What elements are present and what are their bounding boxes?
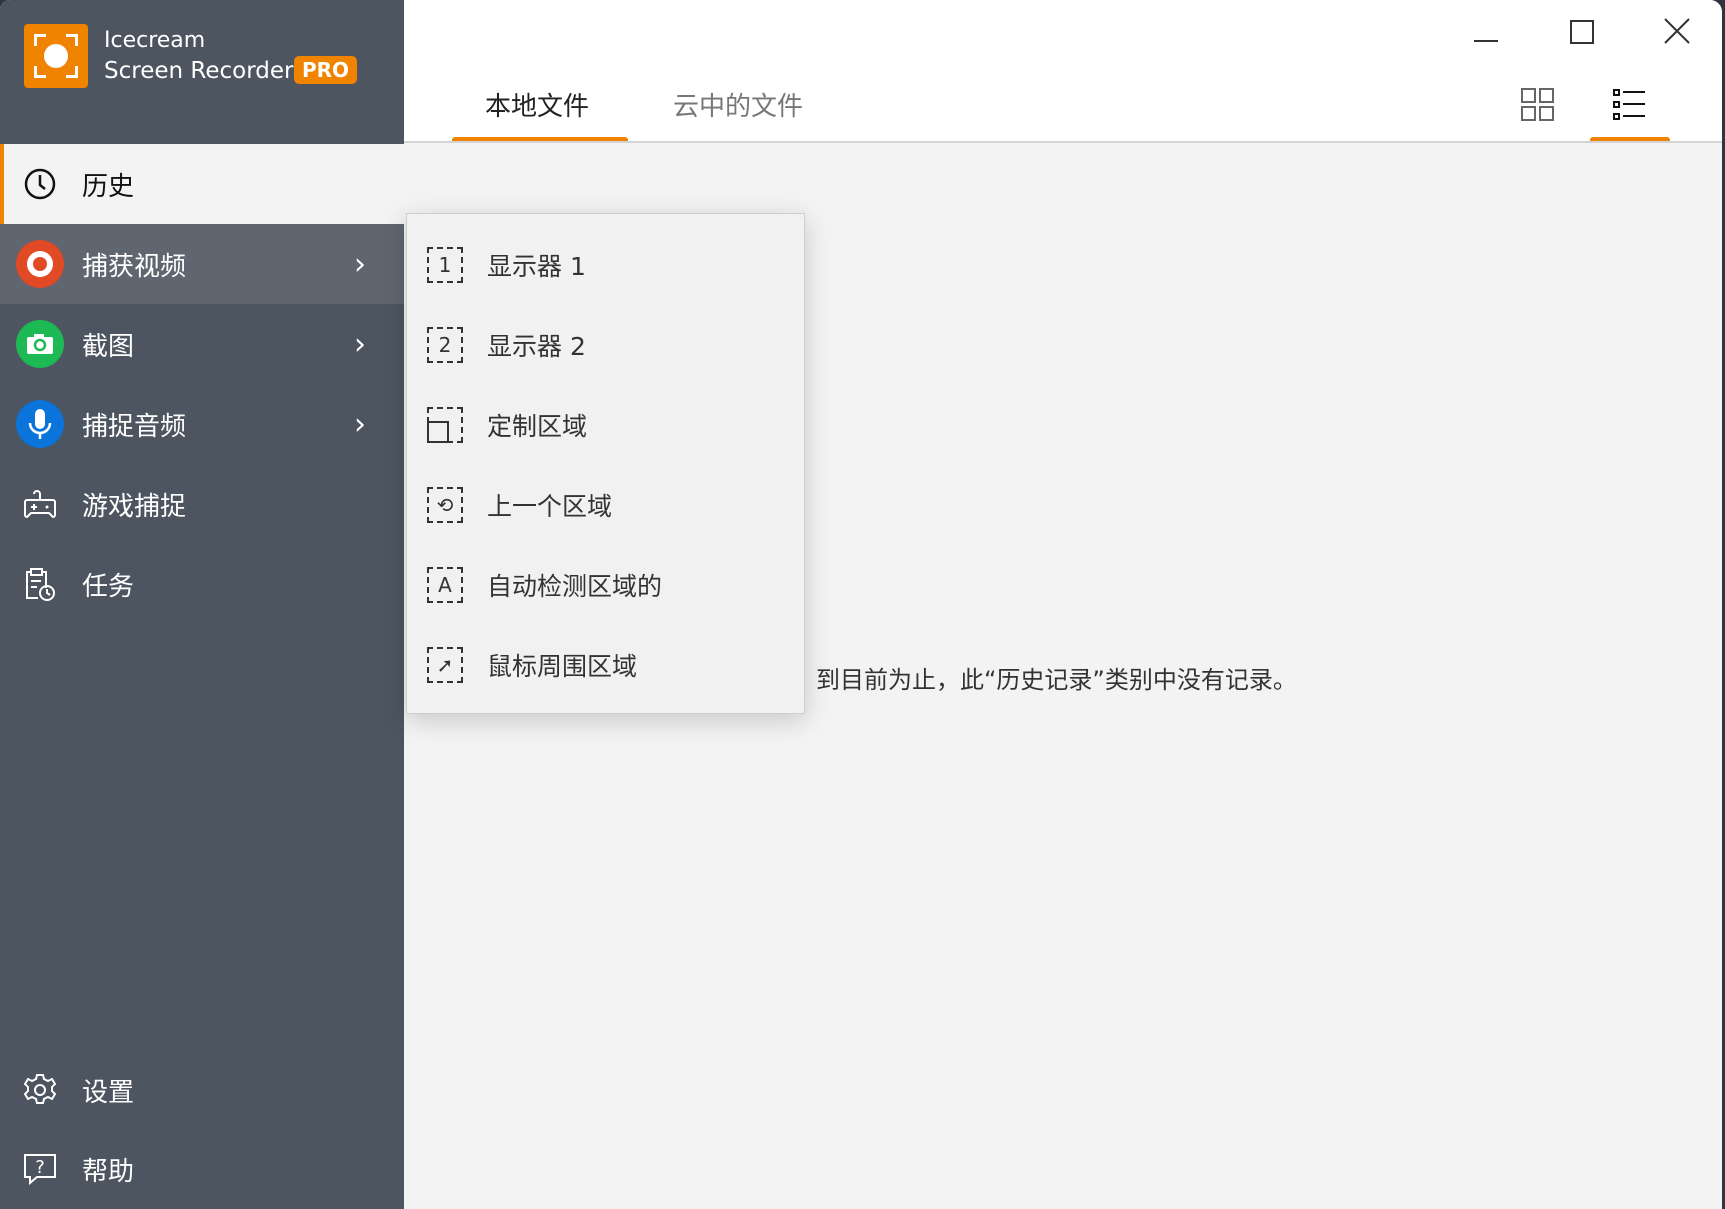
monitor-2-icon: 2 — [427, 327, 463, 363]
maximize-button[interactable] — [1570, 20, 1594, 44]
app-name-sub: Screen Recorder — [104, 58, 294, 84]
menu-item-auto-detect-area[interactable]: A 自动检测区域的 — [407, 545, 804, 625]
empty-message: 到目前为止，此“历史记录”类别中没有记录。 — [816, 666, 1297, 694]
capture-video-submenu: 1 显示器 1 2 显示器 2 定制区域 ⟲ 上一个区域 A 自动检测区域的 ➚ 鼠标周围… — [406, 213, 805, 714]
grid-view-icon[interactable] — [1521, 88, 1555, 126]
menu-item-label: 上一个区域 — [487, 492, 613, 521]
view-active-indicator — [1590, 137, 1670, 141]
chevron-right-icon: › — [354, 246, 366, 282]
microphone-icon — [16, 400, 64, 448]
menu-item-label: 显示器 1 — [487, 252, 586, 281]
record-icon — [16, 240, 64, 288]
sidebar-item-label: 捕获视频 — [82, 251, 187, 282]
sidebar-item-label: 帮助 — [82, 1156, 135, 1187]
sidebar-item-label: 历史 — [82, 171, 135, 202]
header: 本地文件 云中的文件 — [404, 0, 1722, 143]
menu-item-label: 定制区域 — [487, 412, 588, 441]
help-icon: ? — [16, 1145, 64, 1193]
gamepad-icon — [16, 480, 64, 528]
sidebar-item-help[interactable]: ? 帮助 — [0, 1129, 404, 1209]
chevron-right-icon: › — [354, 406, 366, 442]
sidebar-item-label: 截图 — [82, 331, 135, 362]
clock-icon — [16, 160, 64, 208]
sidebar-item-capture-video[interactable]: 捕获视频 › — [0, 224, 404, 304]
menu-item-label: 自动检测区域的 — [487, 572, 663, 601]
menu-item-monitor-1[interactable]: 1 显示器 1 — [407, 225, 804, 305]
menu-item-last-area[interactable]: ⟲ 上一个区域 — [407, 465, 804, 545]
camera-icon — [16, 320, 64, 368]
cursor-area-icon: ➚ — [427, 647, 463, 683]
auto-detect-icon: A — [427, 567, 463, 603]
chevron-right-icon: › — [354, 326, 366, 362]
custom-area-icon — [427, 407, 463, 443]
sidebar-item-history[interactable]: 历史 — [0, 144, 404, 224]
undo-area-icon: ⟲ — [427, 487, 463, 523]
sidebar-item-settings[interactable]: 设置 — [0, 1050, 404, 1130]
tab-active-indicator — [452, 137, 628, 141]
sidebar-item-label: 捕捉音频 — [82, 411, 187, 442]
list-view-icon[interactable] — [1613, 88, 1647, 126]
tasks-icon — [16, 560, 64, 608]
sidebar-item-tasks[interactable]: 任务 — [0, 544, 404, 624]
close-button[interactable] — [1664, 18, 1690, 48]
sidebar-item-label: 设置 — [82, 1077, 135, 1108]
gear-icon — [16, 1066, 64, 1114]
sidebar-item-screenshot[interactable]: 截图 › — [0, 304, 404, 384]
pro-badge: PRO — [294, 56, 358, 84]
sidebar-item-label: 任务 — [82, 571, 135, 602]
menu-item-around-mouse[interactable]: ➚ 鼠标周围区域 — [407, 625, 804, 705]
menu-item-label: 鼠标周围区域 — [487, 652, 638, 681]
sidebar-item-capture-audio[interactable]: 捕捉音频 › — [0, 384, 404, 464]
app-logo — [24, 24, 88, 88]
sidebar-item-game-capture[interactable]: 游戏捕捉 — [0, 464, 404, 544]
monitor-1-icon: 1 — [427, 247, 463, 283]
tab-cloud-files[interactable]: 云中的文件 — [673, 86, 803, 123]
svg-text:?: ? — [35, 1157, 45, 1178]
minimize-button[interactable] — [1474, 40, 1498, 42]
sidebar-item-label: 游戏捕捉 — [82, 491, 187, 522]
menu-item-label: 显示器 2 — [487, 332, 586, 361]
menu-item-monitor-2[interactable]: 2 显示器 2 — [407, 305, 804, 385]
menu-item-custom-area[interactable]: 定制区域 — [407, 385, 804, 465]
app-name: Icecream — [104, 28, 206, 53]
sidebar: Icecream Screen Recorder PRO 历史 捕获视频 › 截… — [0, 0, 404, 1209]
app-window: Icecream Screen Recorder PRO 历史 捕获视频 › 截… — [0, 0, 1722, 1209]
tab-local-files[interactable]: 本地文件 — [485, 86, 589, 123]
